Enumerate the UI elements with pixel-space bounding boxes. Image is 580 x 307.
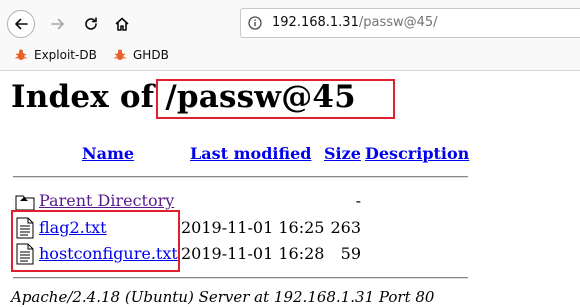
- bookmark-label: GHDB: [133, 48, 169, 62]
- divider: [13, 277, 468, 279]
- forward-button[interactable]: [44, 10, 72, 38]
- column-header-size[interactable]: Size: [324, 144, 361, 163]
- url-path: /passw@45/: [358, 15, 438, 30]
- parent-directory-link[interactable]: Parent Directory: [39, 191, 174, 210]
- arrow-left-icon: [15, 18, 28, 30]
- bookmark-exploit-db[interactable]: Exploit-DB: [14, 48, 97, 62]
- reload-icon: [85, 17, 97, 30]
- url-host: 192.168.1.31: [272, 15, 359, 30]
- files-highlight-box: [11, 210, 180, 272]
- size-cell: 263: [330, 218, 361, 237]
- home-icon: [115, 17, 129, 31]
- reload-button[interactable]: [77, 10, 105, 38]
- divider: [13, 176, 468, 178]
- browser-toolbar: 192.168.1.31/passw@45/ Exploit-DB GHDB: [0, 0, 580, 71]
- url-text[interactable]: 192.168.1.31/passw@45/: [272, 15, 438, 30]
- info-icon[interactable]: [248, 16, 262, 34]
- url-bar[interactable]: 192.168.1.31/passw@45/: [240, 8, 580, 38]
- bookmark-ghdb[interactable]: GHDB: [113, 48, 169, 62]
- directory-listing: Index of /passw@45 Name Last modified Si…: [0, 71, 580, 307]
- arrow-right-icon: [51, 18, 64, 30]
- home-button[interactable]: [108, 10, 136, 38]
- back-button[interactable]: [7, 10, 35, 38]
- column-header-description[interactable]: Description: [365, 144, 469, 163]
- title-highlight-box: [156, 79, 395, 119]
- column-header-name[interactable]: Name: [82, 144, 134, 163]
- server-signature: Apache/2.4.18 (Ubuntu) Server at 192.168…: [11, 288, 435, 306]
- size-cell: 59: [340, 244, 361, 263]
- modified-cell: 2019-11-01 16:25: [181, 218, 325, 237]
- modified-cell: 2019-11-01 16:28: [181, 244, 325, 263]
- bug-icon: [15, 49, 27, 60]
- column-header-last-modified[interactable]: Last modified: [190, 144, 311, 163]
- bookmark-label: Exploit-DB: [34, 48, 97, 62]
- size-cell: -: [355, 191, 361, 210]
- bug-icon: [114, 49, 126, 60]
